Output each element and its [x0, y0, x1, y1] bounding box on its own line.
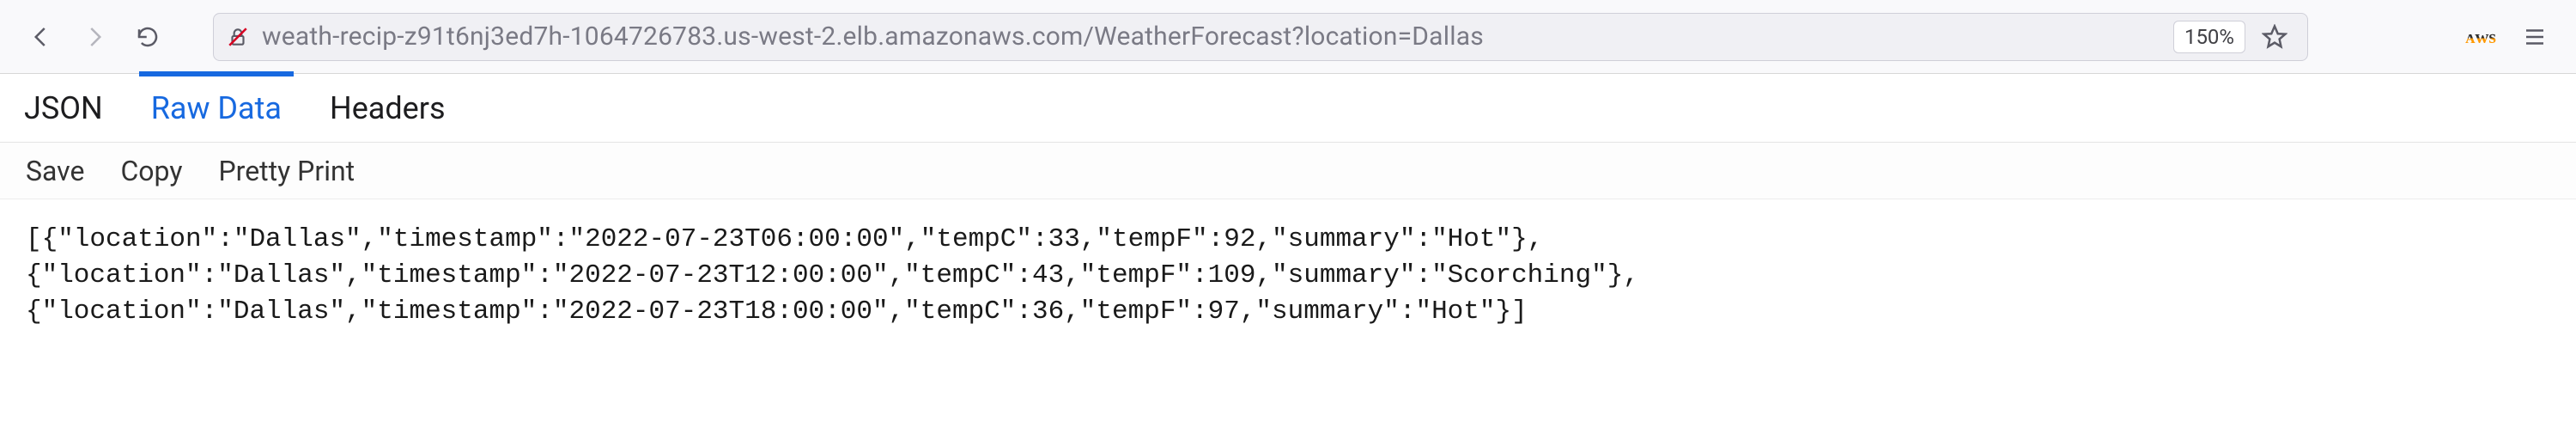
bookmark-star-icon[interactable]: [2257, 15, 2292, 59]
browser-toolbar: weath-recip-z91t6nj3ed7h-1064726783.us-w…: [0, 0, 2576, 74]
zoom-badge[interactable]: 150%: [2173, 21, 2245, 53]
json-viewer-tabs: JSON Raw Data Headers: [0, 74, 2576, 143]
raw-json-body: [{"location":"Dallas","timestamp":"2022-…: [0, 199, 2576, 352]
raw-line: [{"location":"Dallas","timestamp":"2022-…: [26, 224, 1543, 254]
address-bar[interactable]: weath-recip-z91t6nj3ed7h-1064726783.us-w…: [213, 13, 2308, 61]
reload-button[interactable]: [125, 15, 170, 59]
copy-button[interactable]: Copy: [120, 155, 182, 187]
json-viewer-actions: Save Copy Pretty Print: [0, 143, 2576, 199]
toolbar-right: ᴀᴡs: [2334, 15, 2557, 59]
save-button[interactable]: Save: [26, 155, 84, 187]
app-menu-button[interactable]: [2512, 15, 2557, 59]
back-button[interactable]: [19, 15, 64, 59]
raw-line: {"location":"Dallas","timestamp":"2022-0…: [26, 296, 1528, 327]
tab-json[interactable]: JSON: [24, 75, 103, 142]
raw-line: {"location":"Dallas","timestamp":"2022-0…: [26, 260, 1639, 290]
forward-button[interactable]: [72, 15, 117, 59]
tab-raw-data[interactable]: Raw Data: [151, 75, 282, 142]
url-text: weath-recip-z91t6nj3ed7h-1064726783.us-w…: [262, 21, 2161, 52]
tab-headers[interactable]: Headers: [330, 75, 446, 142]
extension-icon[interactable]: ᴀᴡs: [2466, 22, 2495, 52]
pretty-print-button[interactable]: Pretty Print: [218, 155, 355, 187]
insecure-lock-icon: [226, 25, 250, 49]
